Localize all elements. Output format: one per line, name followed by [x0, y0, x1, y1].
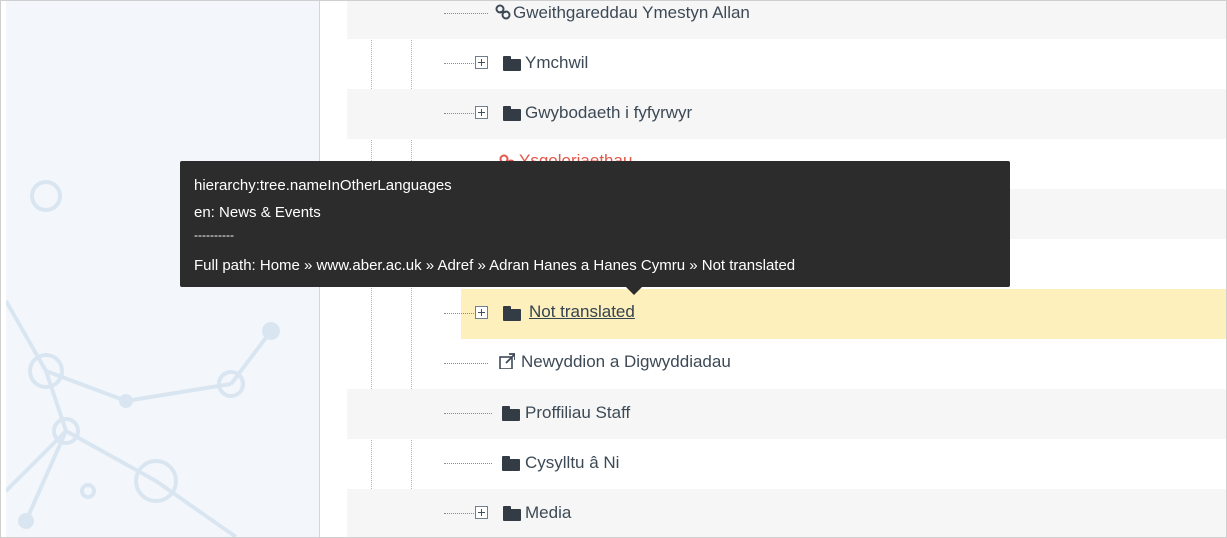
tree-item-label[interactable]: Media [525, 503, 571, 523]
tooltip-translation: en: News & Events [194, 204, 321, 221]
tree-item-label[interactable]: Gwybodaeth i fyfyrwyr [525, 103, 692, 123]
folder-icon [502, 456, 520, 471]
expand-plus-icon[interactable] [475, 56, 488, 69]
tooltip-separator: ---------- [194, 228, 234, 242]
tree-item-label[interactable]: Ymchwil [525, 53, 588, 73]
app-frame: Gweithgareddau Ymestyn Allan Ymchwil Gwy… [0, 0, 1227, 538]
folder-icon [503, 506, 521, 521]
tree-connector [444, 63, 474, 64]
tooltip-arrow [626, 287, 642, 295]
tree-item-label[interactable]: Newyddion a Digwyddiadau [521, 352, 731, 372]
tree-row-selected[interactable]: Not translated [444, 289, 1226, 339]
tree-item-label[interactable]: Cysylltu â Ni [525, 453, 619, 473]
tooltip: hierarchy:tree.nameInOtherLanguages en: … [180, 161, 1010, 295]
tree-connector [444, 313, 474, 314]
tree-row[interactable]: Proffiliau Staff [347, 389, 1226, 439]
tree-item-label[interactable]: Not translated [529, 302, 635, 322]
tree-connector [444, 113, 474, 114]
tree-connector [444, 513, 474, 514]
tooltip-full-path: Full path: Home » www.aber.ac.uk » Adref… [194, 257, 796, 274]
expand-plus-icon[interactable] [475, 306, 488, 319]
external-link-icon [499, 353, 515, 369]
tree-connector [444, 13, 488, 14]
tree-row[interactable]: Newyddion a Digwyddiadau [347, 339, 1226, 389]
tree-row[interactable]: Cysylltu â Ni [347, 439, 1226, 489]
tooltip-field-key: hierarchy:tree.nameInOtherLanguages [194, 177, 452, 194]
link-icon [495, 4, 511, 20]
tree-row[interactable]: Gweithgareddau Ymestyn Allan [347, 1, 1226, 39]
tree-item-label[interactable]: Proffiliau Staff [525, 403, 630, 423]
folder-icon [503, 306, 521, 321]
tree-row[interactable]: Gwybodaeth i fyfyrwyr [347, 89, 1226, 139]
tree-row[interactable]: Ymchwil [347, 39, 1226, 89]
folder-icon [503, 56, 521, 71]
expand-plus-icon[interactable] [475, 506, 488, 519]
folder-icon [503, 106, 521, 121]
tree-connector [444, 463, 492, 464]
tree-connector [444, 363, 488, 364]
expand-plus-icon[interactable] [475, 106, 488, 119]
tree-row[interactable]: Media [347, 489, 1226, 537]
folder-icon [502, 406, 520, 421]
tree-item-label[interactable]: Gweithgareddau Ymestyn Allan [513, 3, 750, 23]
tree-connector [444, 413, 492, 414]
